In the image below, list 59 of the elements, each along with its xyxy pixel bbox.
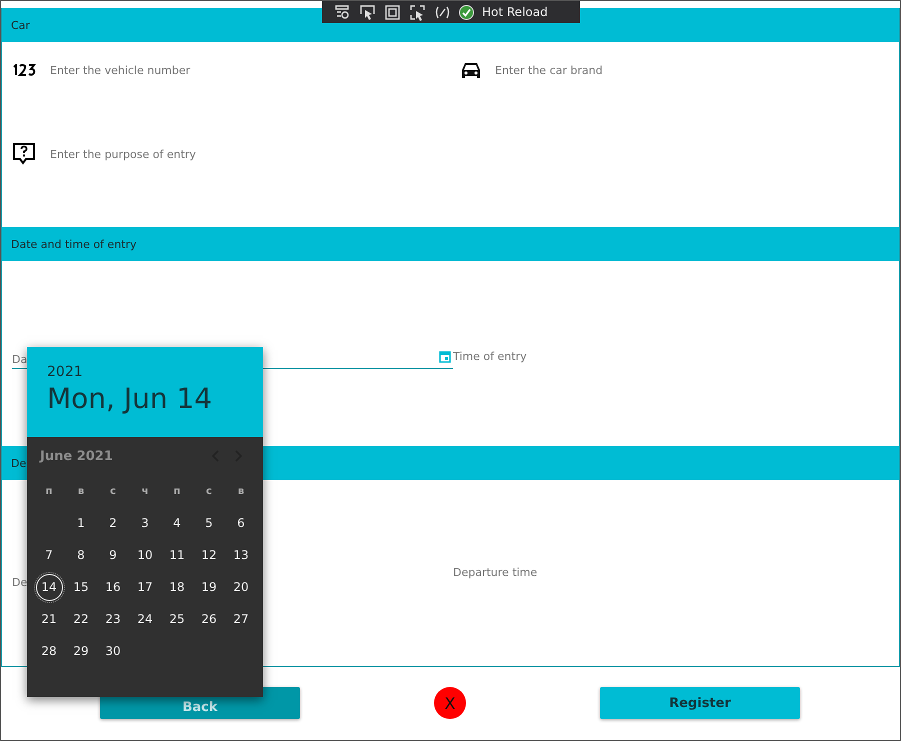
section-header: Date and time of entry <box>2 227 899 261</box>
pointer-icon[interactable] <box>359 4 376 20</box>
weekday-label: в <box>76 484 86 498</box>
weekday-label: в <box>236 484 246 498</box>
calendar-day[interactable]: 5 <box>193 507 225 539</box>
calendar-day[interactable]: 8 <box>65 539 97 571</box>
calendar-day[interactable]: 4 <box>161 507 193 539</box>
calendar-day[interactable]: 13 <box>225 539 257 571</box>
inspect-icon[interactable] <box>409 4 426 20</box>
input-field[interactable]: Enter the vehicle number <box>50 64 190 76</box>
calendar-day[interactable]: 17 <box>129 571 161 603</box>
calendar-day[interactable]: 6 <box>225 507 257 539</box>
calendar-day[interactable]: 20 <box>225 571 257 603</box>
clear-button[interactable]: X <box>434 687 466 719</box>
date-field[interactable]: Da <box>12 352 28 366</box>
calendar-day[interactable]: 18 <box>161 571 193 603</box>
calendar-day[interactable]: 14 <box>36 574 62 600</box>
calendar-day[interactable]: 23 <box>97 603 129 635</box>
weekday-label: ч <box>140 484 150 498</box>
frame-icon[interactable] <box>384 4 401 20</box>
time-field[interactable]: Departure time <box>453 566 538 579</box>
time-field[interactable]: Time of entry <box>453 350 527 363</box>
tree-icon[interactable] <box>334 4 351 20</box>
calendar-day[interactable]: 30 <box>97 635 129 667</box>
question-icon <box>12 142 36 166</box>
calendar-day[interactable]: 16 <box>97 571 129 603</box>
calendar-day[interactable]: 7 <box>33 539 65 571</box>
calendar-day[interactable]: 1 <box>65 507 97 539</box>
calendar-day[interactable]: 9 <box>97 539 129 571</box>
check-icon <box>459 4 474 20</box>
register-button[interactable]: Register <box>600 687 800 719</box>
numbers-icon <box>12 64 36 76</box>
calendar-day[interactable]: 19 <box>193 571 225 603</box>
calendar-day[interactable]: 3 <box>129 507 161 539</box>
calendar-day[interactable]: 25 <box>161 603 193 635</box>
calendar-day[interactable]: 26 <box>193 603 225 635</box>
calendar-day[interactable]: 21 <box>33 603 65 635</box>
month-title: June 2021 <box>40 448 114 464</box>
hot-reload-button[interactable]: Hot Reload <box>482 5 548 19</box>
calendar-day[interactable]: 15 <box>65 571 97 603</box>
year-text[interactable]: 2021 <box>47 364 83 380</box>
calendar-day[interactable]: 28 <box>33 635 65 667</box>
calendar-day[interactable]: 11 <box>161 539 193 571</box>
date-field[interactable]: De <box>12 576 28 589</box>
calendar-day[interactable]: 10 <box>129 539 161 571</box>
calendar-day[interactable]: 2 <box>97 507 129 539</box>
calendar-day[interactable]: 29 <box>65 635 97 667</box>
selected-date: Mon, Jun 14 <box>47 382 212 415</box>
calendar-day[interactable]: 24 <box>129 603 161 635</box>
weekday-label: с <box>205 484 213 498</box>
calendar-day[interactable]: 12 <box>193 539 225 571</box>
calendar-day[interactable]: 27 <box>225 603 257 635</box>
calendar-day[interactable]: 22 <box>65 603 97 635</box>
weekday-label: п <box>172 484 182 498</box>
weekday-label: с <box>109 484 117 498</box>
input-field[interactable]: Enter the car brand <box>495 64 603 76</box>
car-icon <box>461 61 481 79</box>
input-field[interactable]: Enter the purpose of entry <box>50 148 196 160</box>
weekday-label: п <box>44 484 54 498</box>
